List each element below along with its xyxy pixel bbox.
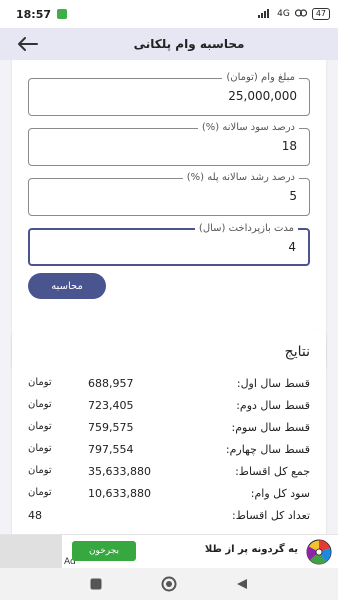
- result-row: قسط سال دوم: 723,405 تومان: [28, 399, 310, 417]
- repayment-period-field[interactable]: مدت بازپرداخت (سال) 4: [28, 222, 310, 266]
- annual-interest-value: 18: [281, 139, 297, 153]
- result-label: جمع کل اقساط:: [235, 465, 310, 478]
- recents-button[interactable]: [86, 574, 106, 594]
- ad-placeholder: [0, 535, 62, 569]
- result-value: 48: [28, 509, 42, 522]
- result-label: تعداد کل اقساط:: [231, 509, 310, 522]
- result-row: تعداد کل اقساط: 48: [28, 509, 310, 527]
- currency-unit: تومان: [28, 399, 52, 410]
- repayment-period-label: مدت بازپرداخت (سال): [194, 222, 298, 236]
- result-value: 723,405: [88, 399, 134, 412]
- annual-interest-field[interactable]: درصد سود سالانه (%) 18: [28, 121, 310, 166]
- currency-unit: تومان: [28, 377, 52, 388]
- result-row: قسط سال اول: 688,957 تومان: [28, 377, 310, 395]
- results-card: نتایج قسط سال اول: 688,957 تومان قسط سال…: [12, 330, 326, 534]
- currency-unit: تومان: [28, 465, 52, 476]
- status-bar: 18:57 4G 47: [0, 0, 338, 28]
- result-value: 688,957: [88, 377, 134, 390]
- results-title: نتایج: [284, 344, 310, 360]
- result-value: 35,633,880: [88, 465, 151, 478]
- annual-step-growth-field[interactable]: درصد رشد سالانه پله (%) 5: [28, 171, 310, 216]
- result-row: سود کل وام: 10,633,880 تومان: [28, 487, 310, 505]
- result-value: 10,633,880: [88, 487, 151, 500]
- app-bar: محاسبه وام پلکانی: [0, 28, 338, 60]
- loan-amount-value: 25,000,000: [228, 89, 297, 103]
- page-title: محاسبه وام پلکانی: [133, 37, 245, 51]
- result-row: قسط سال سوم: 759,575 تومان: [28, 421, 310, 439]
- back-nav-button[interactable]: [232, 574, 252, 594]
- main-content[interactable]: مبلغ وام (تومان) 25,000,000 درصد سود سال…: [0, 60, 338, 534]
- repayment-period-value: 4: [288, 240, 296, 254]
- notification-icon: [57, 9, 68, 19]
- result-value: 759,575: [88, 421, 134, 434]
- result-row: جمع کل اقساط: 35,633,880 تومان: [28, 465, 310, 483]
- annual-step-growth-value: 5: [289, 189, 297, 203]
- annual-interest-label: درصد سود سالانه (%): [197, 121, 299, 135]
- result-label: قسط سال دوم:: [236, 399, 310, 412]
- result-label: قسط سال چهارم:: [225, 443, 310, 456]
- home-button[interactable]: [159, 574, 179, 594]
- circle-icon: [161, 576, 177, 592]
- currency-unit: تومان: [28, 421, 52, 432]
- ad-banner[interactable]: Ad بجرخون یه گردونه پر از طلا: [0, 534, 338, 569]
- result-value: 797,554: [88, 443, 134, 456]
- calculate-button[interactable]: محاسبه: [28, 273, 106, 299]
- battery-icon: 47: [311, 8, 330, 20]
- annual-step-growth-label: درصد رشد سالانه پله (%): [182, 171, 299, 185]
- signal-icon: [258, 8, 272, 21]
- loan-amount-field[interactable]: مبلغ وام (تومان) 25,000,000: [28, 71, 310, 116]
- triangle-back-icon: [236, 579, 247, 589]
- loan-amount-label: مبلغ وام (تومان): [222, 71, 299, 85]
- network-type: 4G: [277, 9, 290, 19]
- link-icon: [294, 8, 307, 20]
- ad-cta-button[interactable]: بجرخون: [72, 541, 136, 561]
- status-time: 18:57: [16, 7, 52, 21]
- currency-unit: تومان: [28, 443, 52, 454]
- result-label: سود کل وام:: [250, 487, 310, 500]
- currency-unit: تومان: [28, 487, 52, 498]
- result-label: قسط سال اول:: [236, 377, 310, 390]
- square-icon: [90, 578, 102, 590]
- loan-form-card: مبلغ وام (تومان) 25,000,000 درصد سود سال…: [12, 60, 326, 372]
- ad-text: یه گردونه پر از طلا: [204, 544, 298, 555]
- result-row: قسط سال چهارم: 797,554 تومان: [28, 443, 310, 461]
- result-label: قسط سال سوم:: [231, 421, 310, 434]
- wheel-logo-icon: [304, 538, 334, 566]
- status-icons: 4G 47: [258, 8, 330, 21]
- system-nav-bar: [0, 568, 338, 600]
